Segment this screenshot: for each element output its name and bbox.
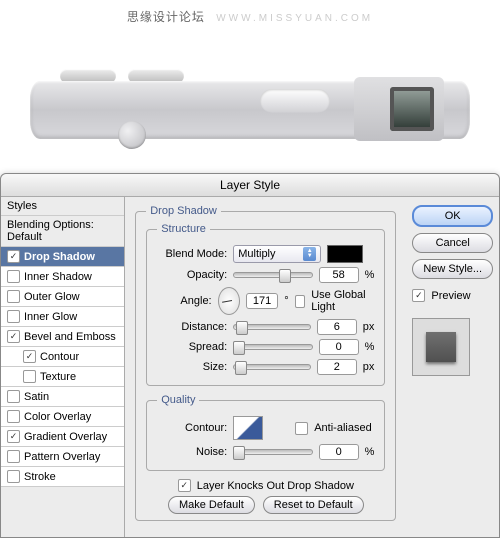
dialog-buttons: OK Cancel New Style... Preview (406, 197, 499, 537)
panel-title: Drop Shadow (146, 205, 221, 217)
style-item-label: Bevel and Emboss (24, 331, 116, 343)
contour-label: Contour: (157, 422, 227, 434)
reset-default-button[interactable]: Reset to Default (263, 496, 364, 514)
use-global-light-label: Use Global Light (311, 289, 374, 313)
noise-label: Noise: (157, 446, 227, 458)
size-value[interactable]: 2 (317, 359, 357, 375)
style-checkbox[interactable] (23, 370, 36, 383)
style-item-label: Texture (40, 371, 76, 383)
blend-mode-select[interactable]: Multiply ▲▼ (233, 245, 321, 263)
watermark-url: WWW.MISSYUAN.COM (216, 13, 373, 24)
new-style-button[interactable]: New Style... (412, 259, 493, 279)
knockout-checkbox[interactable] (178, 479, 191, 492)
style-checkbox[interactable] (7, 410, 20, 423)
style-item-inner-shadow[interactable]: Inner Shadow (1, 267, 124, 287)
style-item-inner-glow[interactable]: Inner Glow (1, 307, 124, 327)
style-checkbox[interactable] (7, 290, 20, 303)
style-item-satin[interactable]: Satin (1, 387, 124, 407)
style-item-pattern-overlay[interactable]: Pattern Overlay (1, 447, 124, 467)
style-item-label: Pattern Overlay (24, 451, 100, 463)
spread-value[interactable]: 0 (319, 339, 359, 355)
ok-button[interactable]: OK (412, 205, 493, 227)
style-checkbox[interactable] (7, 270, 20, 283)
style-item-gradient-overlay[interactable]: Gradient Overlay (1, 427, 124, 447)
angle-label: Angle: (157, 295, 211, 307)
style-checkbox[interactable] (7, 390, 20, 403)
opacity-label: Opacity: (157, 269, 227, 281)
blending-options[interactable]: Blending Options: Default (1, 216, 124, 247)
style-checkbox[interactable] (7, 470, 20, 483)
style-item-label: Inner Shadow (24, 271, 92, 283)
angle-dial[interactable] (218, 287, 240, 315)
size-slider[interactable] (233, 360, 311, 374)
spread-label: Spread: (157, 341, 227, 353)
opacity-value[interactable]: 58 (319, 267, 359, 283)
distance-label: Distance: (157, 321, 227, 333)
style-checkbox[interactable] (7, 450, 20, 463)
style-checkbox[interactable] (7, 430, 20, 443)
structure-legend: Structure (157, 223, 210, 235)
camera-illustration (30, 33, 470, 153)
preview-label: Preview (431, 290, 470, 302)
dialog-title: Layer Style (1, 174, 499, 197)
noise-value[interactable]: 0 (319, 444, 359, 460)
style-item-label: Outer Glow (24, 291, 80, 303)
style-item-label: Gradient Overlay (24, 431, 107, 443)
style-item-bevel-and-emboss[interactable]: Bevel and Emboss (1, 327, 124, 347)
blend-mode-label: Blend Mode: (157, 248, 227, 260)
style-item-color-overlay[interactable]: Color Overlay (1, 407, 124, 427)
contour-picker[interactable] (233, 416, 263, 440)
styles-list: Styles Blending Options: Default Drop Sh… (1, 197, 125, 537)
quality-legend: Quality (157, 394, 199, 406)
distance-value[interactable]: 6 (317, 319, 357, 335)
style-item-label: Inner Glow (24, 311, 77, 323)
opacity-slider[interactable] (233, 268, 312, 282)
style-checkbox[interactable] (7, 310, 20, 323)
knockout-label: Layer Knocks Out Drop Shadow (197, 480, 354, 492)
style-item-label: Color Overlay (24, 411, 91, 423)
style-item-label: Drop Shadow (24, 251, 95, 263)
style-item-label: Satin (24, 391, 49, 403)
style-item-texture[interactable]: Texture (1, 367, 124, 387)
style-item-label: Contour (40, 351, 79, 363)
style-checkbox[interactable] (7, 250, 20, 263)
style-item-contour[interactable]: Contour (1, 347, 124, 367)
style-checkbox[interactable] (23, 350, 36, 363)
distance-slider[interactable] (233, 320, 311, 334)
use-global-light-checkbox[interactable] (295, 295, 306, 308)
style-item-label: Stroke (24, 471, 56, 483)
shadow-color-swatch[interactable] (327, 245, 363, 263)
watermark: 思缘设计论坛 WWW.MISSYUAN.COM (0, 0, 500, 33)
size-label: Size: (157, 361, 227, 373)
effect-panel: Drop Shadow Structure Blend Mode: Multip… (125, 197, 406, 537)
watermark-cn: 思缘设计论坛 (127, 10, 205, 24)
antialiased-checkbox[interactable] (295, 422, 308, 435)
style-item-outer-glow[interactable]: Outer Glow (1, 287, 124, 307)
style-item-drop-shadow[interactable]: Drop Shadow (1, 247, 124, 267)
antialiased-label: Anti-aliased (314, 422, 371, 434)
preview-checkbox[interactable] (412, 289, 425, 302)
make-default-button[interactable]: Make Default (168, 496, 255, 514)
chevron-updown-icon: ▲▼ (303, 247, 316, 261)
style-item-stroke[interactable]: Stroke (1, 467, 124, 487)
noise-slider[interactable] (233, 445, 312, 459)
styles-header[interactable]: Styles (1, 197, 124, 216)
cancel-button[interactable]: Cancel (412, 233, 493, 253)
style-checkbox[interactable] (7, 330, 20, 343)
spread-slider[interactable] (233, 340, 312, 354)
layer-style-dialog: Layer Style Styles Blending Options: Def… (0, 173, 500, 538)
preview-thumbnail (412, 318, 470, 376)
angle-value[interactable]: 171 (246, 293, 278, 309)
